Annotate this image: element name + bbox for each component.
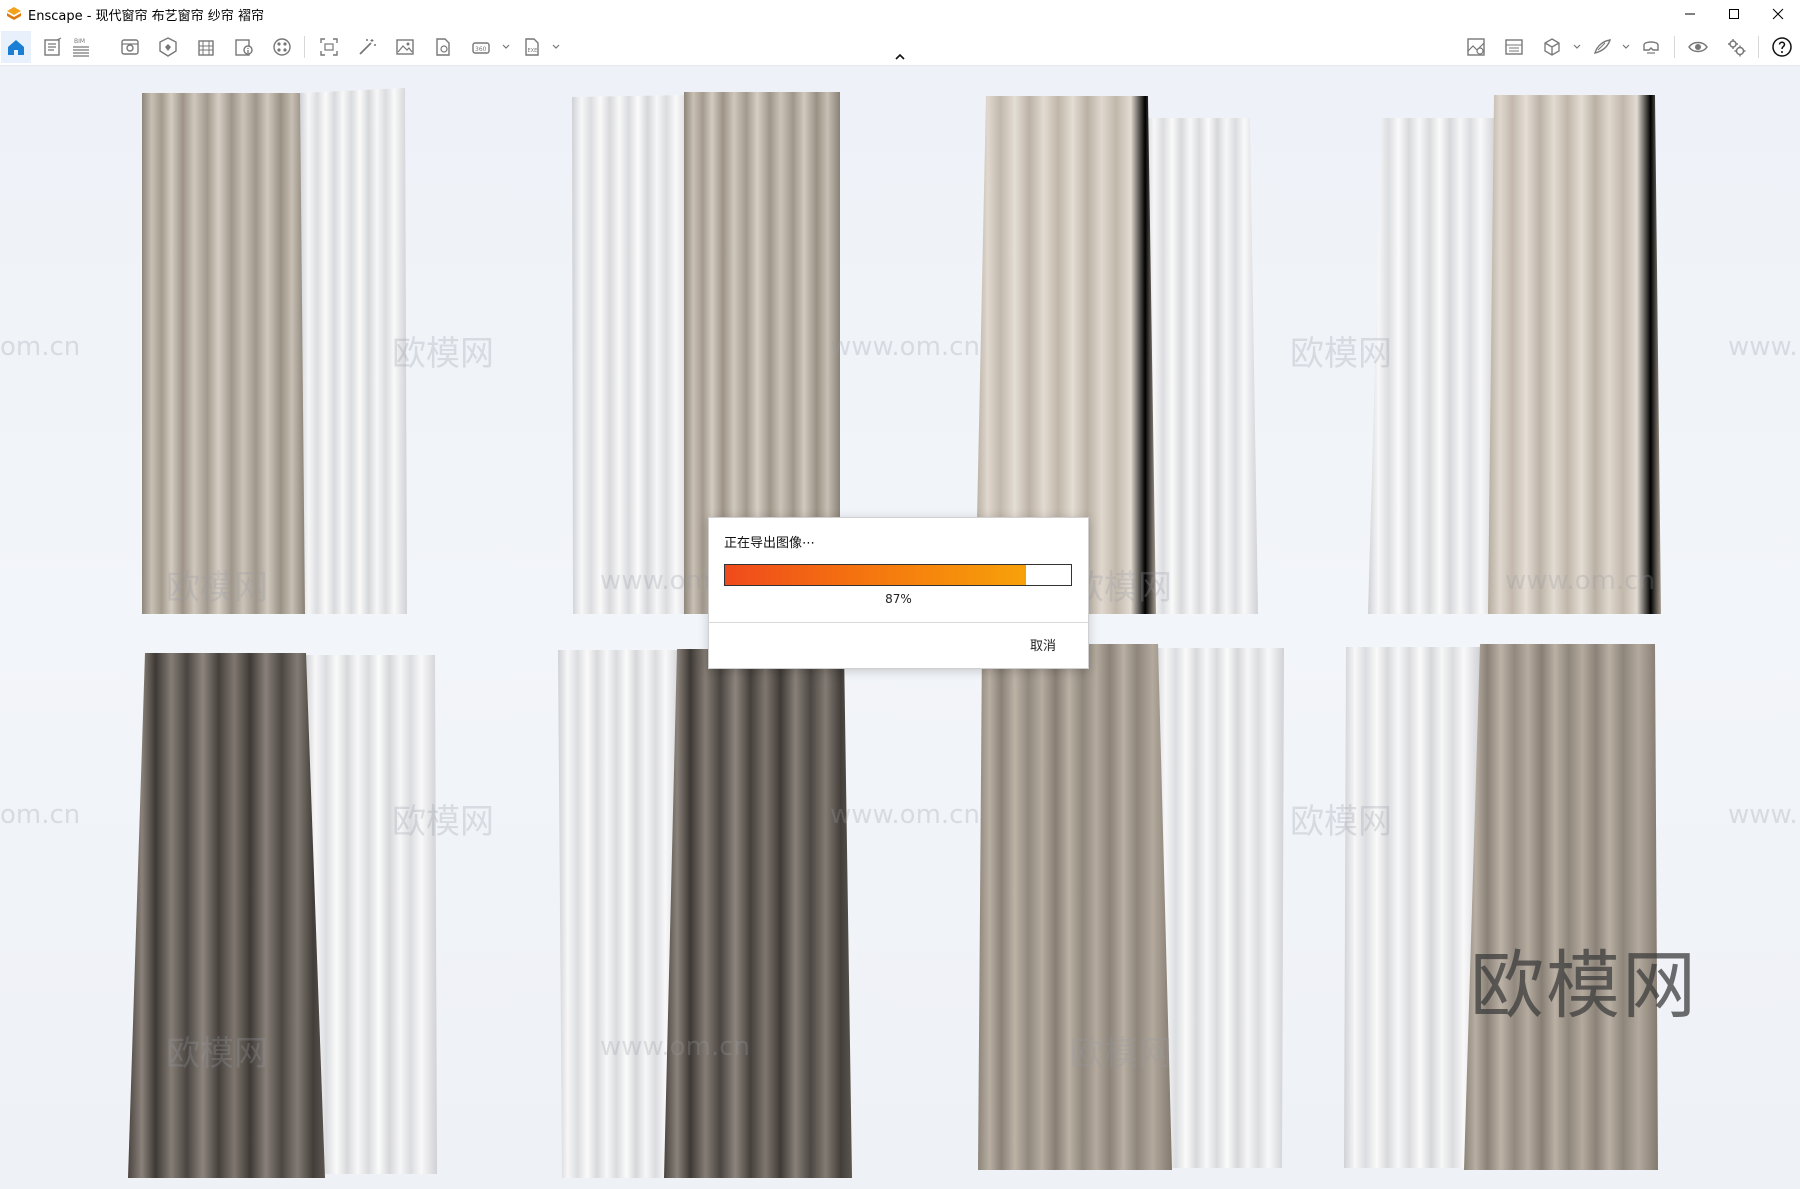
vr-headset-icon <box>1643 41 1659 54</box>
title-bar: Enscape - 现代窗帘 布艺窗帘 纱帘 褶帘 <box>0 0 1800 28</box>
curtain-set-7 <box>978 644 1284 1170</box>
toolbar-separator <box>304 36 305 58</box>
close-button[interactable] <box>1756 0 1800 28</box>
curtain-set-8 <box>1344 644 1658 1170</box>
cube-button[interactable] <box>1538 33 1566 61</box>
collapse-toolbar-icon[interactable] <box>893 52 907 62</box>
cancel-button[interactable]: 取消 <box>1030 635 1056 654</box>
curtain-set-4 <box>1368 95 1661 614</box>
chevron-down-icon[interactable] <box>501 42 511 52</box>
asset-library-button[interactable] <box>154 33 182 61</box>
material-palette-icon <box>273 38 291 56</box>
brush-button[interactable] <box>1588 33 1616 61</box>
bim-button[interactable]: BIM <box>67 33 95 61</box>
chevron-down-icon[interactable] <box>551 42 561 52</box>
view-icon <box>121 39 139 55</box>
info-icon <box>235 39 253 56</box>
export-progress-dialog: 正在导出图像⋯ 87% 取消 <box>708 517 1089 669</box>
settings-gear-icon <box>1728 39 1746 57</box>
asset-library-icon <box>159 37 177 57</box>
building-button[interactable] <box>192 33 220 61</box>
minimize-icon <box>1685 13 1695 15</box>
dialog-divider <box>709 622 1088 623</box>
info-panel-button[interactable] <box>230 33 258 61</box>
building-icon <box>198 40 214 56</box>
export-file-icon <box>436 38 450 56</box>
dialog-title: 正在导出图像⋯ <box>724 536 816 551</box>
enscape-logo-icon <box>7 7 21 20</box>
watermark-brand: 欧模网 <box>1470 943 1698 1029</box>
exe-export-button[interactable]: EXE <box>518 33 546 61</box>
home-icon <box>8 40 24 55</box>
document-icon <box>44 37 62 56</box>
document-button[interactable] <box>39 33 67 61</box>
view-button[interactable] <box>116 33 144 61</box>
screenshot-icon <box>320 38 338 56</box>
toolbar-separator <box>1758 36 1759 58</box>
magic-wand-icon <box>359 39 376 55</box>
chevron-down-icon[interactable] <box>1572 42 1582 52</box>
brush-icon <box>1593 39 1612 54</box>
screenshot-button[interactable] <box>315 33 343 61</box>
help-button[interactable] <box>1768 33 1796 61</box>
exe-export-icon: EXE <box>525 38 539 56</box>
visual-settings-icon <box>1505 39 1523 55</box>
curtain-set-6 <box>558 649 852 1178</box>
cube-icon <box>1544 38 1560 56</box>
image-button[interactable] <box>391 33 419 61</box>
home-button[interactable] <box>1 31 31 63</box>
chevron-down-icon[interactable] <box>1621 42 1631 52</box>
progress-bar <box>724 564 1072 586</box>
visual-settings-button[interactable] <box>1500 33 1528 61</box>
settings-button[interactable] <box>1722 33 1750 61</box>
curtain-set-5 <box>128 653 437 1178</box>
window-controls <box>1668 0 1800 28</box>
image-icon <box>396 39 414 55</box>
video-360-icon: 360 <box>472 42 490 54</box>
export-button[interactable] <box>429 33 457 61</box>
maximize-button[interactable] <box>1712 0 1756 28</box>
minimize-button[interactable] <box>1668 0 1712 28</box>
toolbar-separator <box>1674 36 1675 58</box>
bim-list-icon: BIM <box>73 38 89 57</box>
bim-label: BIM <box>74 38 85 45</box>
magic-wand-button[interactable] <box>353 33 381 61</box>
svg-text:360: 360 <box>475 46 487 53</box>
maximize-icon <box>1729 9 1739 19</box>
vr-headset-button[interactable] <box>1637 33 1665 61</box>
eye-icon <box>1688 41 1708 53</box>
atmosphere-button[interactable] <box>1462 33 1490 61</box>
atmosphere-icon <box>1467 38 1485 56</box>
close-icon <box>1772 8 1784 20</box>
progress-percent: 87% <box>885 592 912 606</box>
eye-button[interactable] <box>1684 33 1712 61</box>
progress-fill <box>725 565 1027 585</box>
video-360-button[interactable]: 360 <box>467 33 495 61</box>
help-icon <box>1772 37 1792 57</box>
window-title: Enscape - 现代窗帘 布艺窗帘 纱帘 褶帘 <box>28 8 264 24</box>
material-button[interactable] <box>268 33 296 61</box>
curtain-set-1 <box>142 88 407 614</box>
svg-text:EXE: EXE <box>528 48 538 54</box>
